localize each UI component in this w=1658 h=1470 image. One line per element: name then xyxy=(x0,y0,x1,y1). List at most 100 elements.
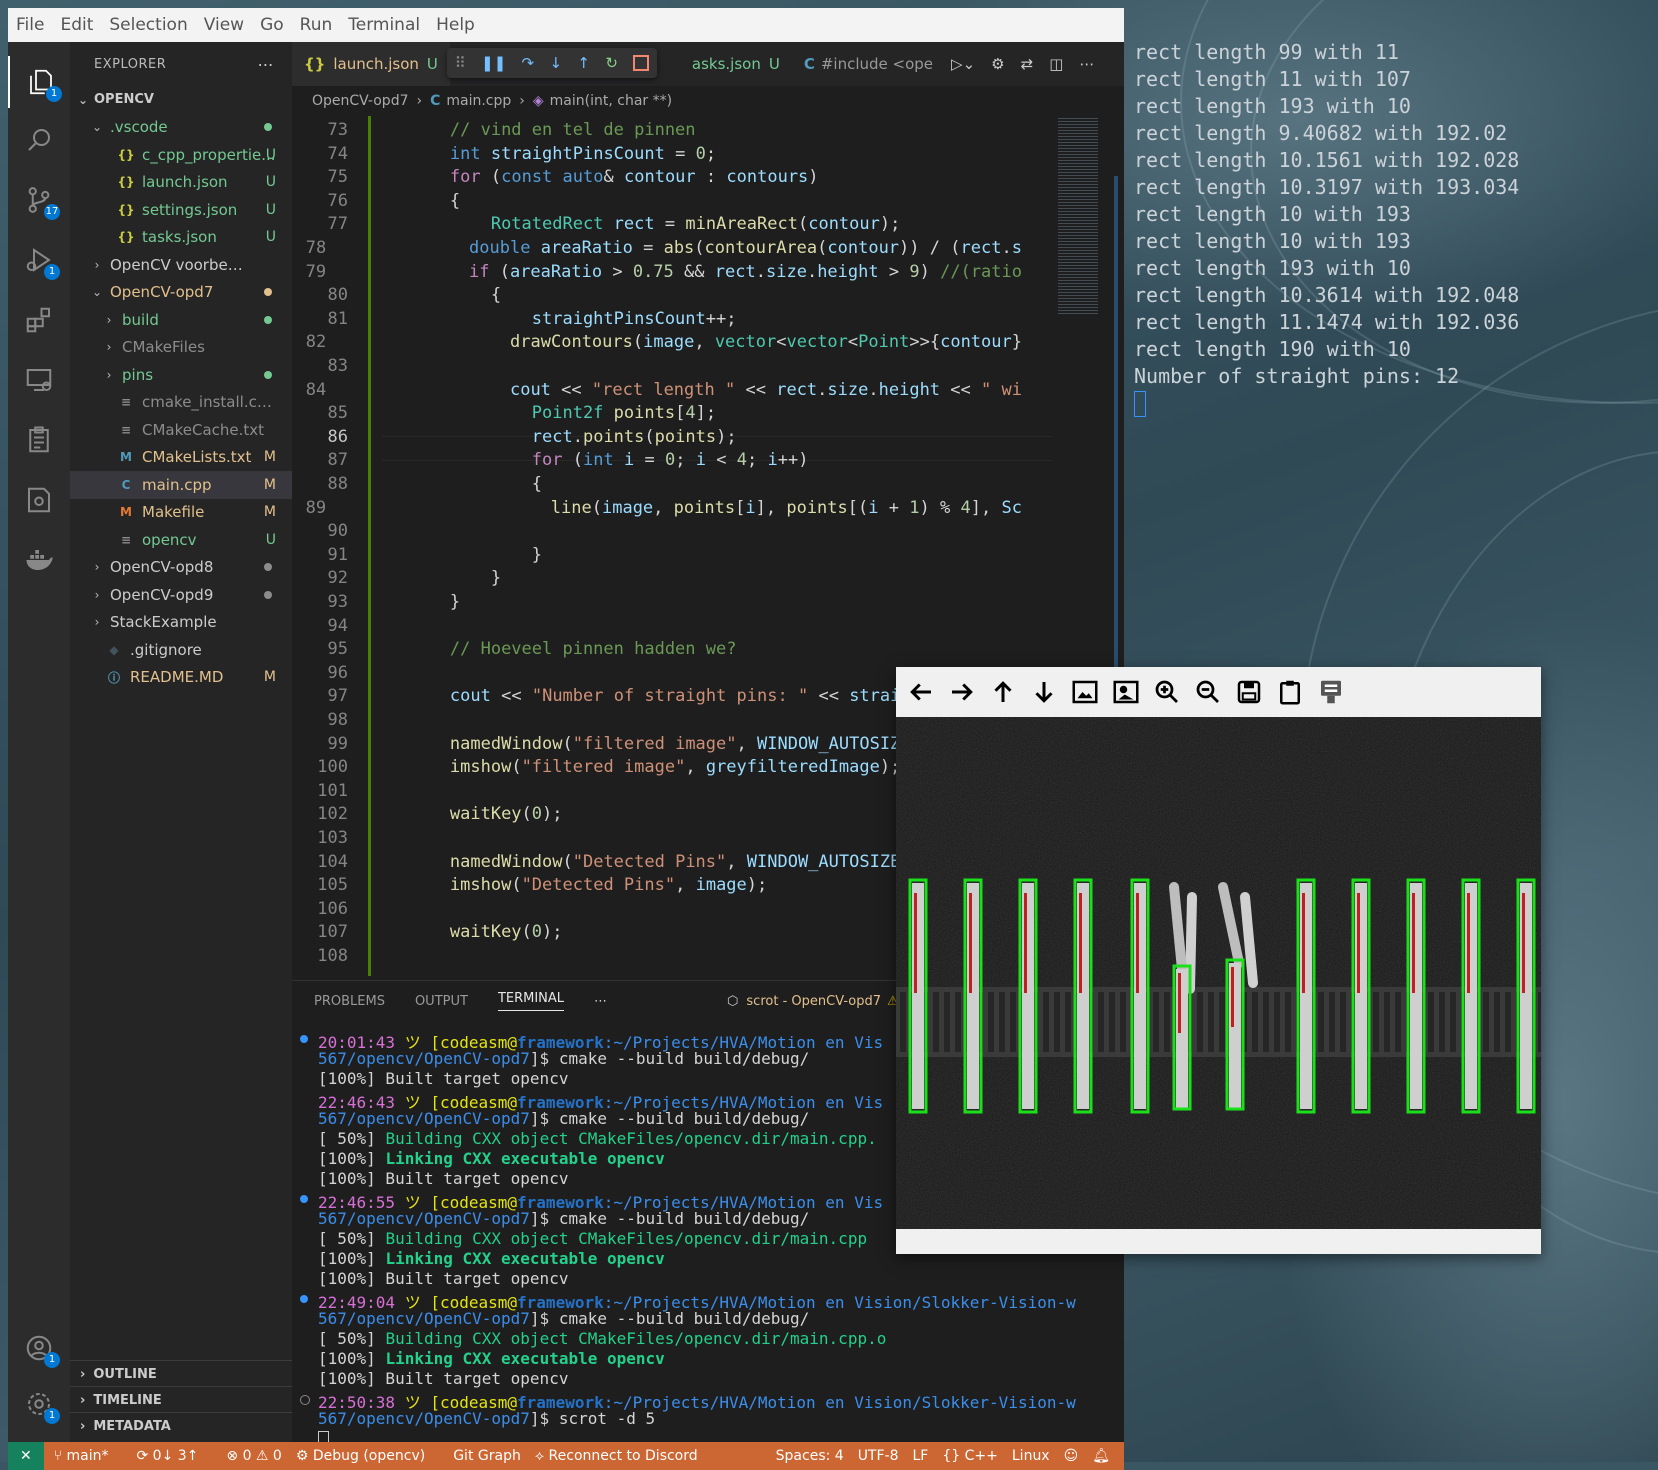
tree-item[interactable]: ≡ CMakeCache.txt xyxy=(70,416,292,444)
source-control-icon[interactable]: 17 xyxy=(8,174,70,226)
explorer-icon[interactable]: 1 xyxy=(8,56,72,108)
tree-item[interactable]: › CMakeFiles xyxy=(70,334,292,362)
program-output-terminal[interactable]: rect length 99 with 11 rect length 11 wit… xyxy=(1134,40,1654,420)
metadata-section[interactable]: › METADATA xyxy=(70,1412,292,1439)
terminal-icon: ⬡ xyxy=(727,993,739,1009)
run-icon[interactable]: ▷⌄ xyxy=(951,55,975,73)
extensions-icon[interactable] xyxy=(8,294,70,346)
menu-view[interactable]: View xyxy=(196,15,252,35)
settings-icon[interactable]: ⚙ xyxy=(991,55,1004,73)
menu-selection[interactable]: Selection xyxy=(101,15,195,35)
line-number: 74 xyxy=(327,143,348,164)
tree-item[interactable]: › OpenCV-opd8 xyxy=(70,554,292,582)
save-icon[interactable] xyxy=(1232,675,1266,709)
more-icon[interactable]: ⋯ xyxy=(1079,55,1094,73)
zoom-out-icon[interactable] xyxy=(1191,675,1225,709)
tree-item[interactable]: Cmain.cpp M xyxy=(70,471,292,499)
line-number: 88 xyxy=(327,474,348,494)
docker-icon[interactable] xyxy=(8,534,70,586)
compare-icon[interactable]: ⇄ xyxy=(1021,55,1034,73)
tree-item[interactable]: {} launch.json U xyxy=(70,169,292,197)
workspace-root[interactable]: ⌄ OPENCV xyxy=(70,86,292,114)
tree-item[interactable]: {} settings.json U xyxy=(70,196,292,224)
pan-down-icon[interactable] xyxy=(1027,675,1061,709)
step-into-icon[interactable]: ↓ xyxy=(549,54,562,72)
more-actions-icon[interactable]: ⋯ xyxy=(258,55,275,74)
zoom-in-icon[interactable] xyxy=(1150,675,1184,709)
tree-item[interactable]: ⓘ README.MD M xyxy=(70,664,292,692)
step-over-icon[interactable]: ↷ xyxy=(522,54,535,72)
code-text: Point2f points[4]; xyxy=(531,403,717,424)
testing-icon[interactable] xyxy=(8,414,70,466)
tab-launch-json[interactable]: {} launch.json U xyxy=(292,42,450,86)
tree-item[interactable]: ◆ .gitignore xyxy=(70,636,292,664)
pause-icon[interactable]: ❚❚ xyxy=(481,54,506,72)
line-number: 100 xyxy=(317,757,348,778)
properties-icon[interactable] xyxy=(1314,675,1348,709)
line-number: 80 xyxy=(327,285,348,306)
tree-item[interactable]: ⌄ OpenCV-opd7 xyxy=(70,279,292,307)
json-file-icon: {} xyxy=(117,175,135,190)
run-debug-icon[interactable]: 1 xyxy=(8,234,70,286)
breadcrumb-symbol[interactable]: main(int, char **) xyxy=(550,93,672,109)
restart-icon[interactable]: ↻ xyxy=(605,54,618,72)
tree-item[interactable]: › pins xyxy=(70,361,292,389)
menu-terminal[interactable]: Terminal xyxy=(340,15,428,35)
tree-item-label: CMakeCache.txt xyxy=(142,420,265,439)
tree-item[interactable]: › OpenCV-opd9 xyxy=(70,581,292,609)
search-icon[interactable] xyxy=(8,114,70,166)
tab-tasks-json[interactable]: asks.json U xyxy=(680,42,792,86)
remote-explorer-icon[interactable] xyxy=(8,354,70,406)
accounts-icon[interactable]: 1 xyxy=(8,1322,70,1374)
detected-pins-image[interactable] xyxy=(896,717,1541,1229)
terminal-line: [100%] Built target opencv xyxy=(318,1269,569,1288)
copy-clipboard-icon[interactable] xyxy=(1273,675,1307,709)
cmake-icon[interactable] xyxy=(8,474,70,526)
tree-item[interactable]: ≡ cmake_install.cmake xyxy=(70,389,292,417)
pan-up-icon[interactable] xyxy=(986,675,1020,709)
output-line: rect length 190 with 10 xyxy=(1134,337,1411,361)
zoom-actual-icon[interactable] xyxy=(1109,675,1143,709)
tree-item-label: OpenCV-opd9 xyxy=(110,585,214,604)
gear-icon[interactable]: 1 xyxy=(8,1378,70,1430)
menu-help[interactable]: Help xyxy=(428,15,483,35)
tree-item[interactable]: {} c_cpp_propertie... U xyxy=(70,141,292,169)
tree-item[interactable]: › OpenCV voorbeeld xyxy=(70,251,292,279)
tree-item[interactable]: {} tasks.json U xyxy=(70,224,292,252)
line-number: 101 xyxy=(317,780,348,801)
split-editor-icon[interactable]: ◫ xyxy=(1049,55,1063,73)
tab-output[interactable]: OUTPUT xyxy=(415,994,468,1009)
header-notch xyxy=(1318,992,1324,1052)
code-line: 92 } xyxy=(292,568,1022,592)
tree-item-label: c_cpp_propertie... xyxy=(142,145,276,164)
tab-terminal[interactable]: TERMINAL xyxy=(497,991,565,1011)
pin-contour-red xyxy=(914,893,917,993)
menu-file[interactable]: File xyxy=(8,15,52,35)
scm-badge: 17 xyxy=(44,204,60,220)
tree-item[interactable]: ⌄ .vscode xyxy=(70,114,292,142)
breadcrumb-file[interactable]: main.cpp xyxy=(446,93,511,109)
zoom-fit-icon[interactable] xyxy=(1068,675,1102,709)
tab-include[interactable]: C #include <ope xyxy=(792,42,945,86)
menu-go[interactable]: Go xyxy=(252,15,292,35)
tree-item[interactable]: › StackExample xyxy=(70,609,292,637)
step-out-icon[interactable]: ↑ xyxy=(577,54,590,72)
pan-left-icon[interactable] xyxy=(904,675,938,709)
menu-run[interactable]: Run xyxy=(292,15,341,35)
menu-edit[interactable]: Edit xyxy=(52,15,101,35)
breadcrumb-folder[interactable]: OpenCV-opd7 xyxy=(312,93,408,109)
tree-item[interactable]: M Makefile M xyxy=(70,499,292,527)
terminal-task-label[interactable]: scrot - OpenCV-opd7 xyxy=(746,994,881,1009)
tree-item[interactable]: M CMakeLists.txt M xyxy=(70,444,292,472)
stop-icon[interactable] xyxy=(633,55,650,71)
panel-more-icon[interactable]: ⋯ xyxy=(594,994,607,1009)
tree-item[interactable]: ≡ opencv U xyxy=(70,526,292,554)
tree-item[interactable]: › build xyxy=(70,306,292,334)
git-status: M xyxy=(263,449,276,466)
outline-section[interactable]: › OUTLINE xyxy=(70,1360,292,1387)
drag-handle-icon[interactable]: ⠿ xyxy=(455,54,466,72)
pan-right-icon[interactable] xyxy=(945,675,979,709)
timeline-section[interactable]: › TIMELINE xyxy=(70,1386,292,1413)
remote-icon[interactable]: ✕ xyxy=(8,1442,44,1470)
tab-problems[interactable]: PROBLEMS xyxy=(314,994,385,1009)
